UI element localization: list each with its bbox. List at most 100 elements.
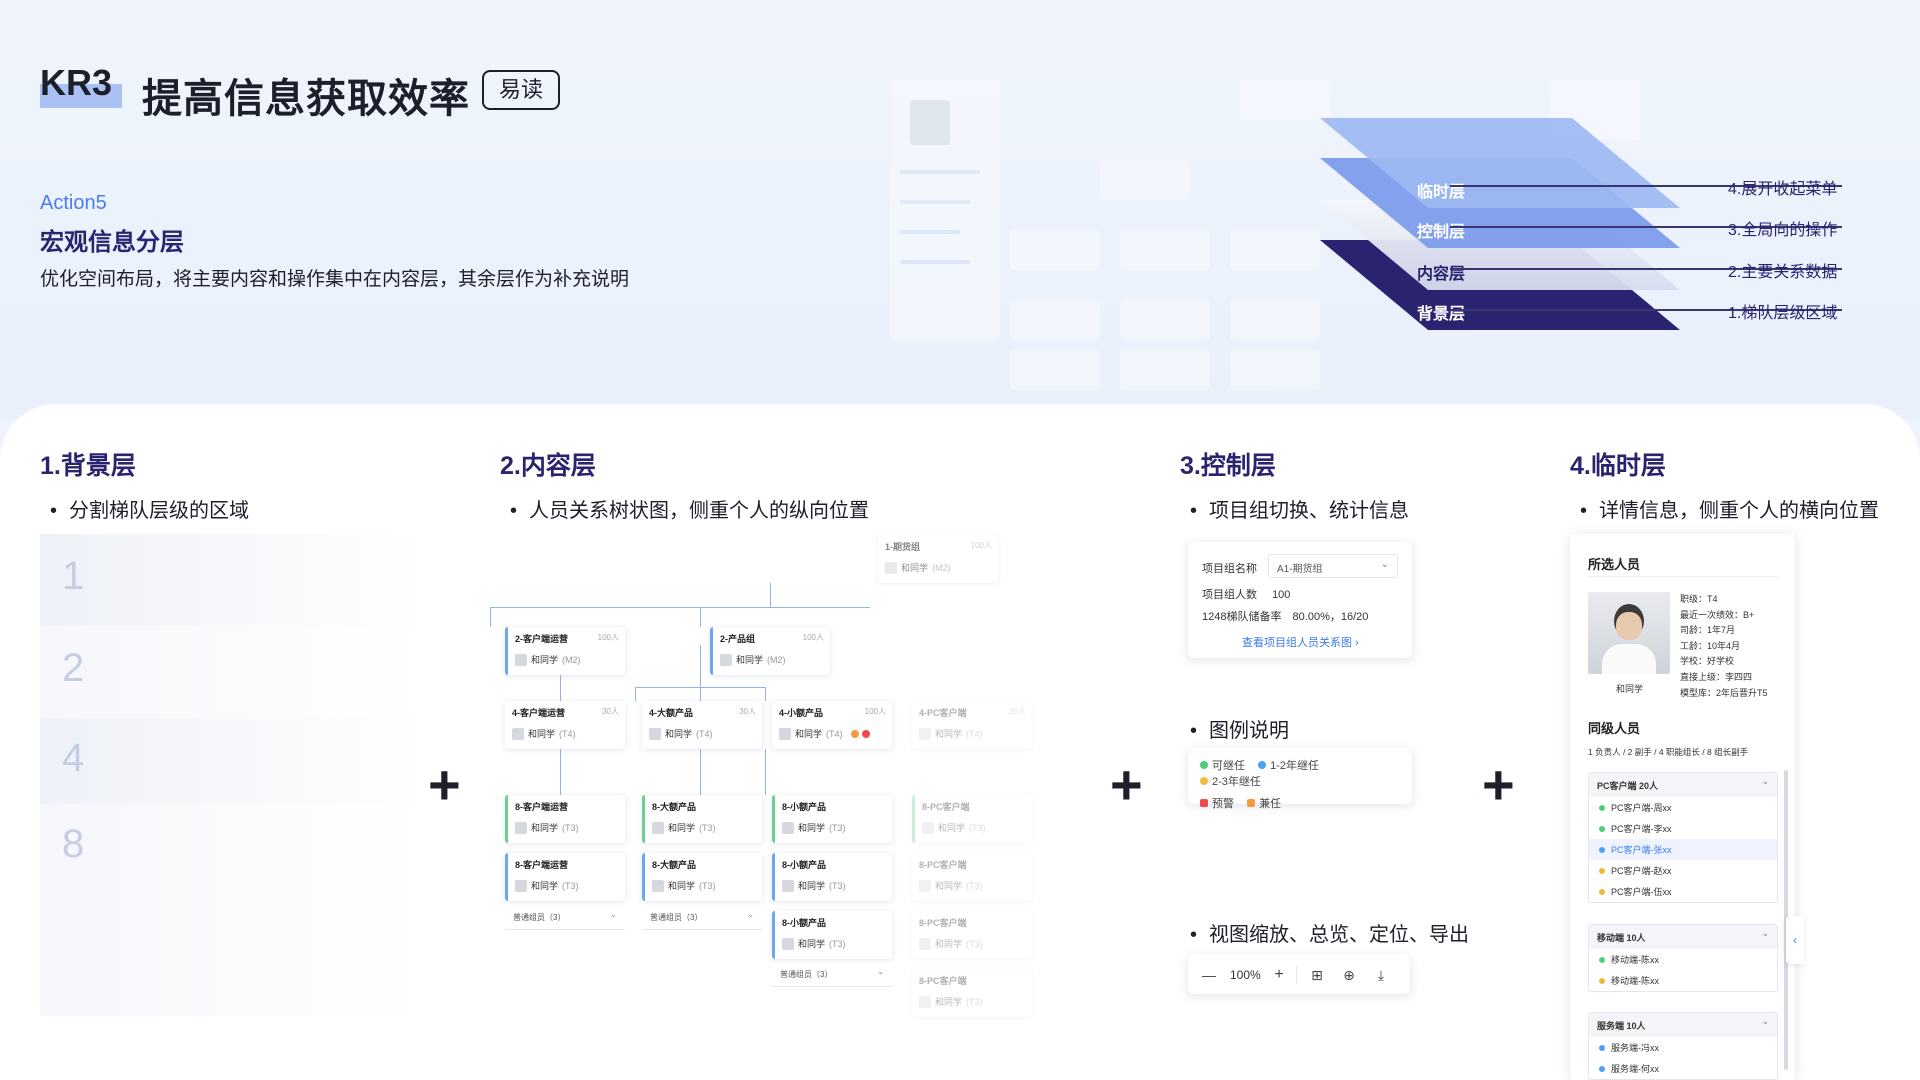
- chevron-down-icon: ⌄: [1380, 559, 1389, 570]
- export-icon[interactable]: ⤓: [1372, 966, 1390, 984]
- page-title: 提高信息获取效率: [142, 77, 470, 121]
- peer-item[interactable]: 移动端-陈xx: [1589, 949, 1777, 970]
- peer-item[interactable]: PC客户端-周xx: [1589, 797, 1777, 818]
- org-node-l4[interactable]: 4-PC客户端 30人 和同学 (T4): [912, 701, 1032, 749]
- layer-label-temp: 临时层: [1417, 184, 1466, 201]
- action-number: Action5: [40, 192, 107, 214]
- org-node-l2[interactable]: 2-产品组 100人 和同学 (M2): [710, 627, 830, 675]
- avatar: [782, 937, 794, 950]
- org-node-l8[interactable]: 8-PC客户端 和同学 (T3): [912, 911, 1032, 959]
- legend-item: 可继任: [1200, 757, 1245, 773]
- layer-label-background: 背景层: [1417, 306, 1466, 323]
- group-label: 项目组名称: [1202, 563, 1257, 575]
- avatar: [512, 727, 524, 740]
- section-title-temp: 4.临时层: [1570, 452, 1666, 480]
- tag-warning-icon: [861, 729, 870, 738]
- action-description: 优化空间布局，将主要内容和操作集中在内容层，其余层作为补充说明: [40, 269, 630, 290]
- view-relation-link[interactable]: 查看项目组人员关系图 ›: [1242, 634, 1359, 650]
- peer-item[interactable]: PC客户端-伍xx: [1589, 881, 1777, 902]
- peer-group: PC客户端 20人 PC客户端-周xx PC客户端-李xx PC客户端-张xx …: [1588, 772, 1778, 903]
- peer-group: 服务端 10人 服务端-冯xx 服务端-何xx: [1588, 1012, 1778, 1080]
- plus-sign: +: [1482, 753, 1515, 816]
- avatar: [919, 937, 931, 950]
- avatar: [515, 879, 527, 892]
- layer-note-background: 1.梯队层级区域: [1728, 305, 1838, 322]
- project-group-card: 项目组名称 A1-期货组 ⌄ 项目组人数 100 1248梯队储备率 80.00%…: [1188, 542, 1412, 658]
- org-node-l8[interactable]: 8-PC客户端 和同学 (T3): [912, 853, 1032, 901]
- reserve-value: 80.00%，16/20: [1292, 611, 1369, 623]
- avatar: [652, 821, 664, 834]
- avatar: [720, 653, 732, 666]
- avatar: [922, 821, 934, 834]
- peer-group-header[interactable]: 服务端 10人: [1589, 1013, 1777, 1037]
- layer-label-control: 控制层: [1417, 224, 1466, 241]
- avatar: [919, 995, 931, 1008]
- peer-group-header[interactable]: PC客户端 20人: [1589, 773, 1777, 797]
- peer-item[interactable]: PC客户端-赵xx: [1589, 860, 1777, 881]
- peer-item[interactable]: 移动端-陈xx: [1589, 970, 1777, 991]
- tier-number: 2: [62, 646, 85, 690]
- section-bullet-control: 项目组切换、统计信息: [1190, 494, 1409, 523]
- section-bullet-background: 分割梯队层级的区域: [50, 494, 249, 523]
- legend-card: 可继任 1-2年继任 2-3年继任 预警 兼任: [1188, 748, 1412, 810]
- peers-summary: 1 负责人 / 2 副手 / 4 职能组长 / 8 组长副手: [1588, 747, 1749, 757]
- org-node-root[interactable]: 1-期货组 100人 和同学 (M2): [878, 535, 998, 583]
- org-node-l8[interactable]: 8-大额产品 和同学 (T3): [642, 853, 762, 901]
- avatar: [649, 727, 661, 740]
- ordinary-members-dropdown[interactable]: 普通组员（3）: [505, 908, 625, 930]
- tag-part-time-icon: [850, 729, 859, 738]
- project-group-select[interactable]: A1-期货组 ⌄: [1268, 554, 1398, 578]
- person-info: 职级：T4 最近一次绩效：B+ 司龄：1年7月 工龄：10年4月 学校：好学校 …: [1680, 594, 1768, 698]
- org-node-l8[interactable]: 8-客户端运营 和同学 (T3): [505, 795, 625, 843]
- org-node-l8[interactable]: 8-PC客户端 和同学 (T3): [912, 795, 1032, 843]
- readability-badge: 易读: [482, 70, 560, 110]
- peer-group: 移动端 10人 移动端-陈xx 移动端-陈xx: [1588, 924, 1778, 992]
- peer-item-selected[interactable]: PC客户端-张xx: [1589, 839, 1777, 860]
- layer-note-temp: 4.展开收起菜单: [1728, 181, 1838, 198]
- layer-stack-diagram: 临时层 控制层 内容层 背景层 4.展开收起菜单 3.全局向的操作 2.主要关系…: [1320, 100, 1920, 360]
- legend-item: 1-2年继任: [1258, 757, 1319, 773]
- peer-item[interactable]: 服务端-冯xx: [1589, 1037, 1777, 1058]
- avatar: [779, 727, 791, 740]
- reserve-label: 1248梯队储备率: [1202, 611, 1282, 623]
- zoom-level: 100%: [1230, 968, 1261, 982]
- org-tree: 1-期货组 100人 和同学 (M2) 2-客户端运营 100人 和同学 (M2) 2-…: [490, 535, 1080, 1035]
- avatar: [919, 879, 931, 892]
- avatar: [885, 561, 897, 574]
- org-node-l8[interactable]: 8-PC客户端 和同学 (T3): [912, 969, 1032, 1017]
- section-title-background: 1.背景层: [40, 452, 136, 480]
- org-node-l8[interactable]: 8-小额产品 和同学 (T3): [772, 911, 892, 959]
- tier-row: 8: [40, 804, 430, 1016]
- legend-item: 兼任: [1247, 795, 1281, 811]
- tier-number: 8: [62, 822, 85, 866]
- avatar: [515, 653, 527, 666]
- peer-item[interactable]: PC客户端-李xx: [1589, 818, 1777, 839]
- peer-item[interactable]: 服务端-何xx: [1589, 1058, 1777, 1079]
- section-title-content: 2.内容层: [500, 452, 596, 480]
- zoom-in-icon[interactable]: +: [1270, 966, 1288, 984]
- org-node-l8[interactable]: 8-客户端运营 和同学 (T3): [505, 853, 625, 901]
- org-node-l4[interactable]: 4-小额产品 100人 和同学 (T4): [772, 701, 892, 749]
- kr-tag: KR3: [40, 62, 113, 103]
- org-node-l8[interactable]: 8-大额产品 和同学 (T3): [642, 795, 762, 843]
- locate-icon[interactable]: ⊕: [1340, 966, 1358, 984]
- zoom-out-icon[interactable]: —: [1200, 966, 1218, 984]
- org-node-l2[interactable]: 2-客户端运营 100人 和同学 (M2): [505, 627, 625, 675]
- avatar: [782, 821, 794, 834]
- ordinary-members-dropdown[interactable]: 普通组员（3）: [772, 965, 892, 987]
- avatar: [782, 879, 794, 892]
- collapse-panel-icon[interactable]: ‹: [1786, 916, 1804, 964]
- tier-row: 4: [40, 718, 430, 804]
- org-node-l4[interactable]: 4-客户端运营 30人 和同学 (T4): [505, 701, 625, 749]
- org-node-l8[interactable]: 8-小额产品 和同学 (T3): [772, 795, 892, 843]
- section-title-control: 3.控制层: [1180, 452, 1276, 480]
- overview-icon[interactable]: ⊞: [1308, 966, 1326, 984]
- org-node-l8[interactable]: 8-小额产品 和同学 (T3): [772, 853, 892, 901]
- ordinary-members-dropdown[interactable]: 普通组员（3）: [642, 908, 762, 930]
- plus-sign: +: [428, 753, 461, 816]
- org-node-l4[interactable]: 4-大额产品 30人 和同学 (T4): [642, 701, 762, 749]
- tier-number: 4: [62, 736, 85, 780]
- avatar: [652, 879, 664, 892]
- peer-group-header[interactable]: 移动端 10人: [1589, 925, 1777, 949]
- legend-item: 2-3年继任: [1200, 773, 1261, 789]
